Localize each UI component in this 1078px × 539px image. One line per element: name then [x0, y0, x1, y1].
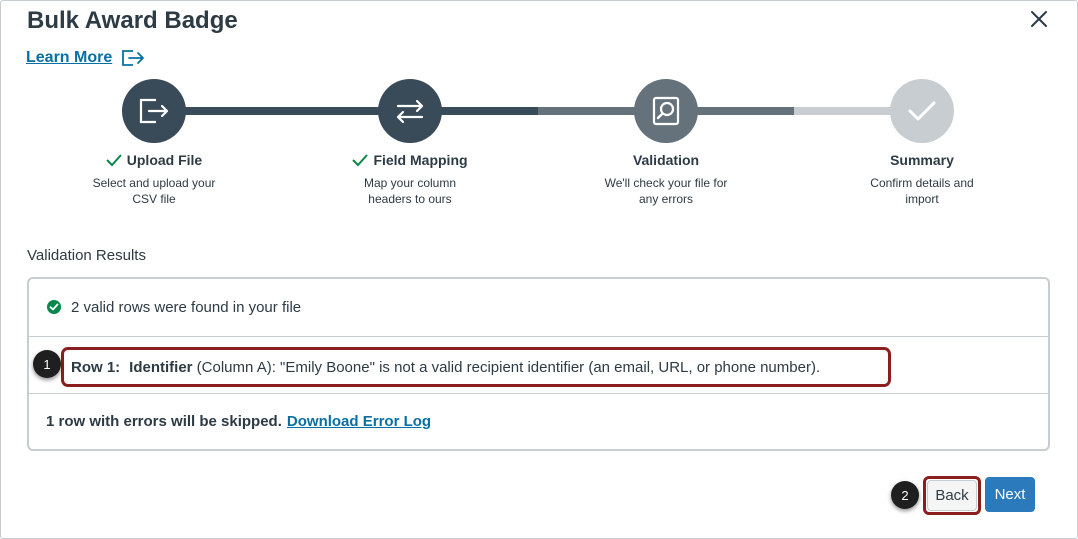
- file-export-icon: [139, 98, 169, 124]
- step-upload-title: Upload File: [54, 152, 254, 168]
- dialog-title: Bulk Award Badge: [27, 7, 238, 34]
- checkmark-icon: [908, 101, 936, 121]
- callout-badge-1: 1: [33, 350, 61, 378]
- step-mapping-title: Field Mapping: [310, 152, 510, 168]
- next-button[interactable]: Next: [985, 477, 1035, 512]
- learn-more-link[interactable]: Learn More: [26, 48, 146, 68]
- error-message: (Column A): "Emily Boone" is not a valid…: [192, 358, 821, 376]
- valid-rows-row: 2 valid rows were found in your file: [29, 279, 1048, 335]
- step-upload-desc: Select and upload your CSV file: [92, 176, 216, 206]
- back-button[interactable]: Back: [927, 480, 977, 511]
- step-mapping-desc: Map your column headers to ours: [363, 176, 457, 206]
- step-field-mapping: [378, 79, 442, 143]
- step-validation-desc: We'll check your file for any errors: [604, 176, 728, 206]
- check-icon: [352, 154, 369, 167]
- arrows-swap-icon: [396, 99, 424, 124]
- error-field-name: Identifier: [129, 358, 193, 376]
- validation-results-panel: 2 valid rows were found in your file Row…: [27, 277, 1050, 451]
- error-row-highlight: Row 1: Identifier (Column A): "Emily Boo…: [61, 347, 891, 387]
- callout-badge-2: 2: [891, 481, 919, 509]
- close-icon: [1031, 11, 1047, 27]
- valid-rows-message: 2 valid rows were found in your file: [71, 298, 302, 316]
- progress-track-1: [154, 107, 410, 115]
- step-validation: [634, 79, 698, 143]
- error-row: Row 1: Identifier (Column A): "Emily Boo…: [29, 336, 1048, 393]
- step-upload-file: [122, 79, 186, 143]
- validation-results-heading: Validation Results: [27, 247, 146, 264]
- skip-row: 1 row with errors will be skipped. Downl…: [29, 393, 1048, 449]
- success-check-icon: [47, 300, 61, 314]
- learn-more-label: Learn More: [26, 49, 113, 66]
- close-button[interactable]: [1027, 8, 1051, 32]
- error-row-label: Row 1:: [71, 358, 121, 376]
- step-summary-desc: Confirm details and import: [870, 176, 974, 206]
- skip-message: 1 row with errors will be skipped.: [46, 413, 282, 430]
- step-summary-title: Summary: [890, 152, 954, 168]
- download-error-log-link[interactable]: Download Error Log: [287, 413, 431, 430]
- external-link-icon: [122, 50, 145, 66]
- check-icon: [106, 154, 122, 167]
- search-file-icon: [652, 96, 680, 126]
- step-summary: [890, 79, 954, 143]
- step-validation-title: Validation: [632, 152, 700, 168]
